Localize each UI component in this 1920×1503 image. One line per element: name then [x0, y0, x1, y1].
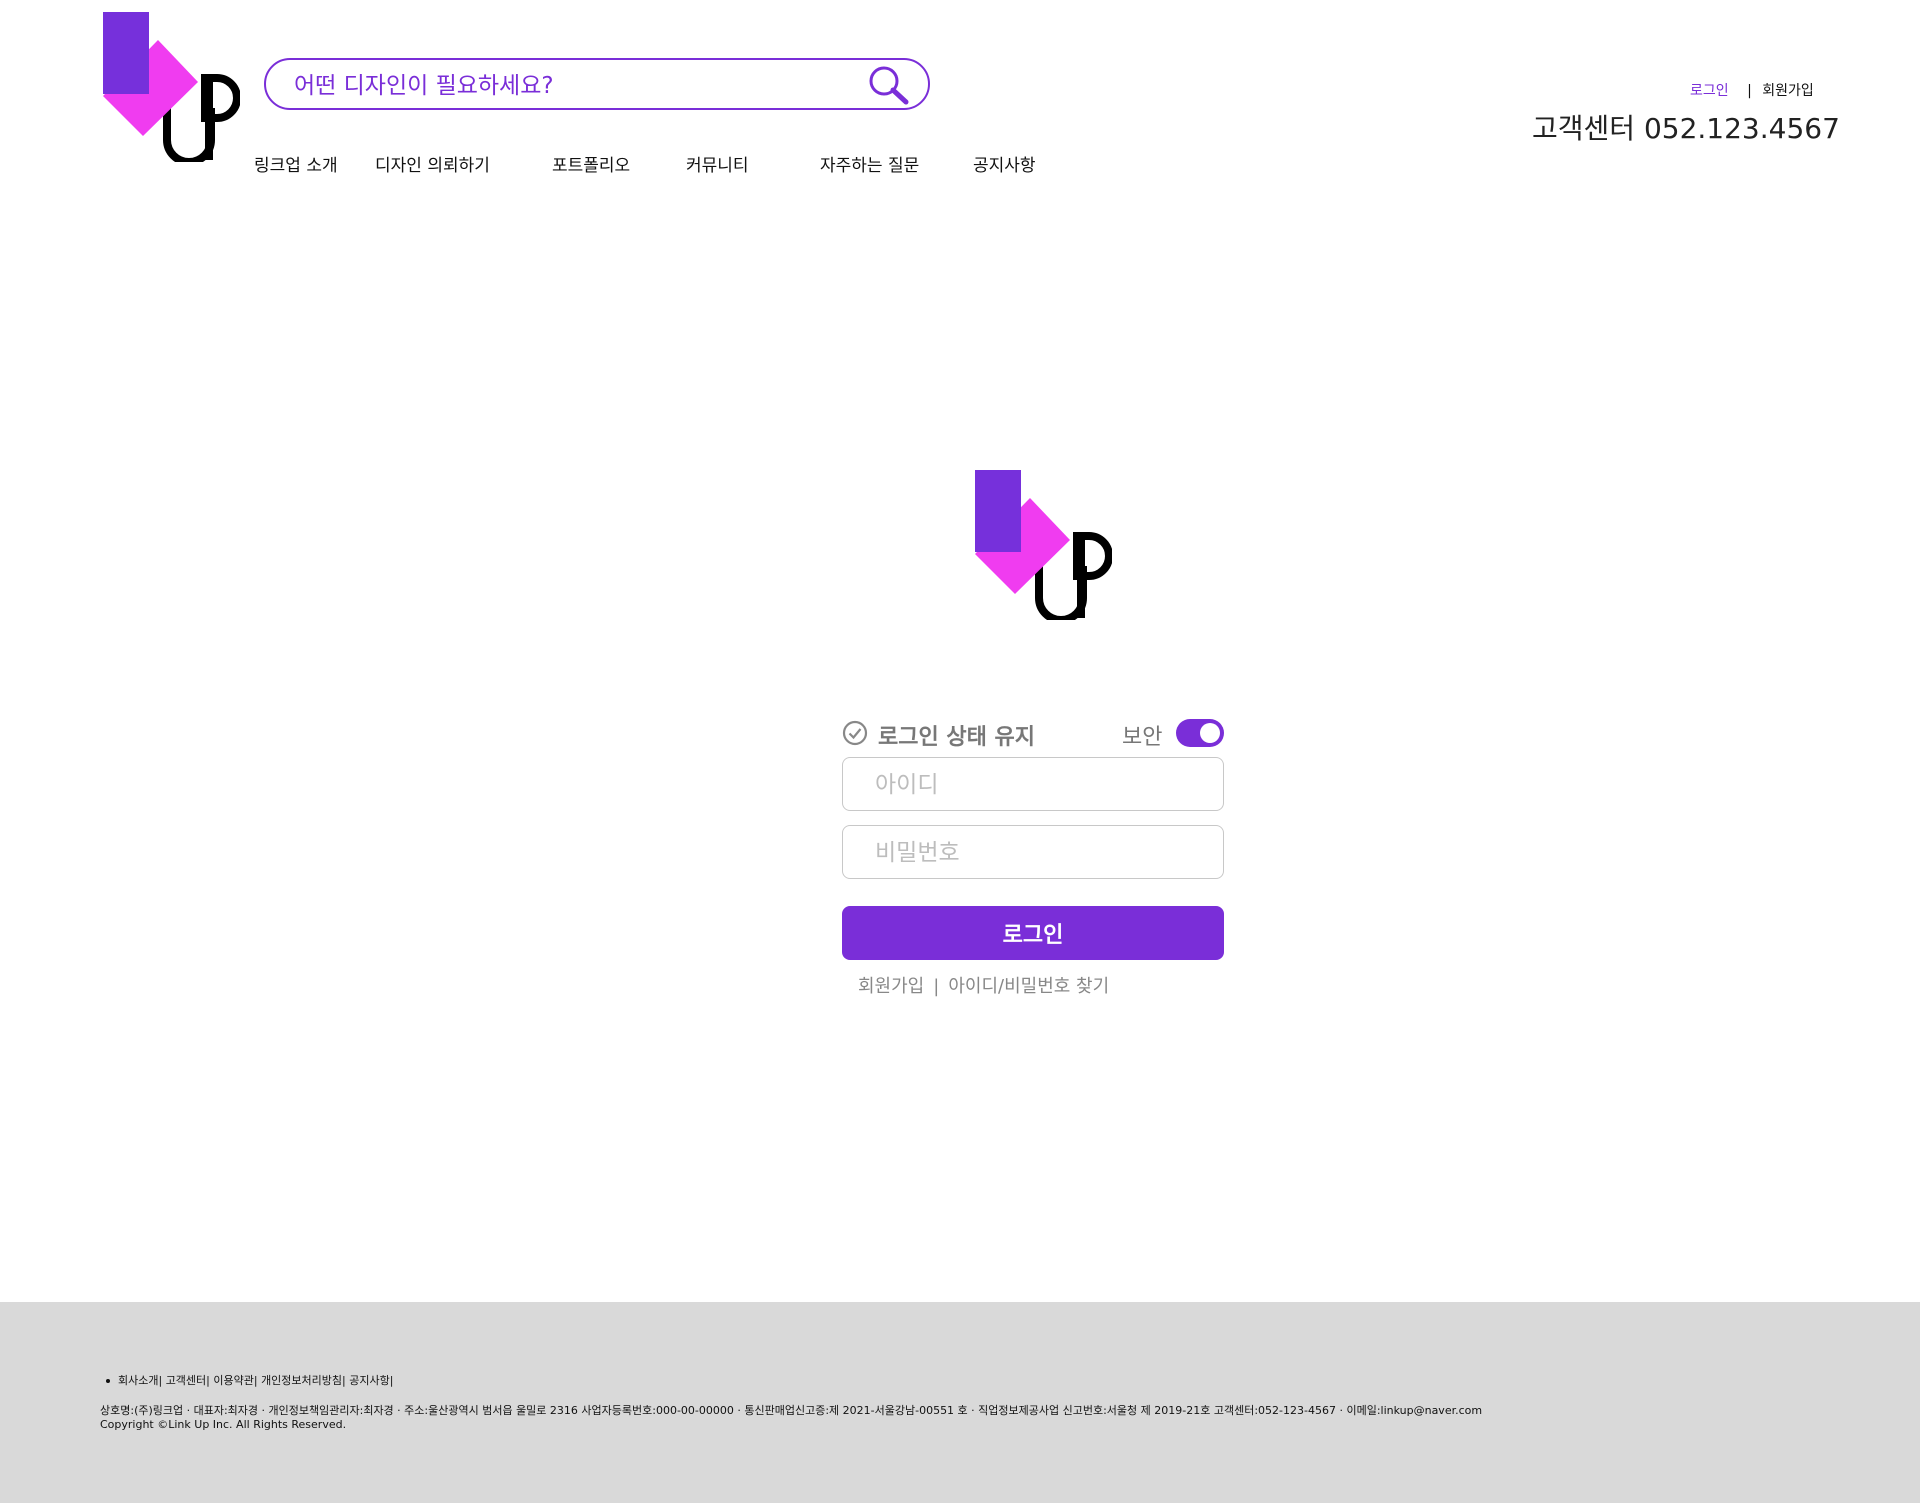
nav-item-notice[interactable]: 공지사항 — [973, 151, 1036, 176]
top-signup-link[interactable]: 회원가입 — [1762, 83, 1814, 99]
password-field — [842, 825, 1224, 879]
footer-link-company[interactable]: 회사소개| — [118, 1374, 162, 1387]
header-logo[interactable] — [100, 10, 240, 162]
center-logo — [972, 468, 1112, 620]
login-options-row: 로그인 상태 유지 보안 — [842, 718, 1224, 751]
customer-center-phone: 고객센터 052.123.4567 — [1532, 112, 1840, 145]
id-input[interactable] — [873, 768, 1207, 802]
footer-company-info: 상호명:(주)링크업 · 대표자:최자경 · 개인정보책임관리자:최자경 · 주… — [100, 1404, 1483, 1417]
bullet-icon — [106, 1379, 110, 1383]
keep-login-label[interactable]: 로그인 상태 유지 — [878, 719, 1035, 751]
password-input[interactable] — [873, 836, 1207, 870]
nav-item-community[interactable]: 커뮤니티 — [686, 151, 749, 176]
footer-link-notice[interactable]: 공지사항| — [349, 1374, 393, 1387]
login-sub-links: 회원가입 | 아이디/비밀번호 찾기 — [858, 972, 1109, 998]
toggle-knob — [1200, 723, 1220, 743]
footer-copyright: Copyright ©Link Up Inc. All Rights Reser… — [100, 1418, 347, 1431]
search-input[interactable] — [292, 68, 856, 104]
sub-links-separator: | — [933, 976, 940, 997]
signup-link[interactable]: 회원가입 — [858, 976, 924, 997]
top-login-link[interactable]: 로그인 — [1690, 83, 1729, 99]
footer-link-customer-center[interactable]: 고객센터| — [166, 1374, 210, 1387]
nav-item-faq[interactable]: 자주하는 질문 — [820, 151, 919, 176]
check-circle-icon[interactable] — [842, 720, 868, 746]
search-bar — [264, 58, 930, 110]
account-links: 로그인 | 회원가입 — [1690, 80, 1814, 100]
footer-link-privacy[interactable]: 개인정보처리방침| — [261, 1374, 346, 1387]
security-toggle[interactable] — [1176, 719, 1224, 747]
nav-item-request-design[interactable]: 디자인 의뢰하기 — [375, 151, 490, 176]
search-icon[interactable] — [866, 64, 912, 106]
find-account-link[interactable]: 아이디/비밀번호 찾기 — [948, 976, 1109, 997]
footer: 회사소개| 고객센터| 이용약관| 개인정보처리방침| 공지사항| 상호명:(주… — [0, 1302, 1920, 1503]
nav-item-portfolio[interactable]: 포트폴리오 — [552, 151, 630, 176]
footer-link-terms[interactable]: 이용약관| — [213, 1374, 257, 1387]
security-label: 보안 — [1122, 725, 1163, 750]
footer-links: 회사소개| 고객센터| 이용약관| 개인정보처리방침| 공지사항| — [106, 1372, 393, 1388]
top-links-separator: | — [1747, 83, 1752, 99]
login-button[interactable]: 로그인 — [842, 906, 1224, 960]
nav-item-about[interactable]: 링크업 소개 — [254, 151, 338, 176]
id-field — [842, 757, 1224, 811]
